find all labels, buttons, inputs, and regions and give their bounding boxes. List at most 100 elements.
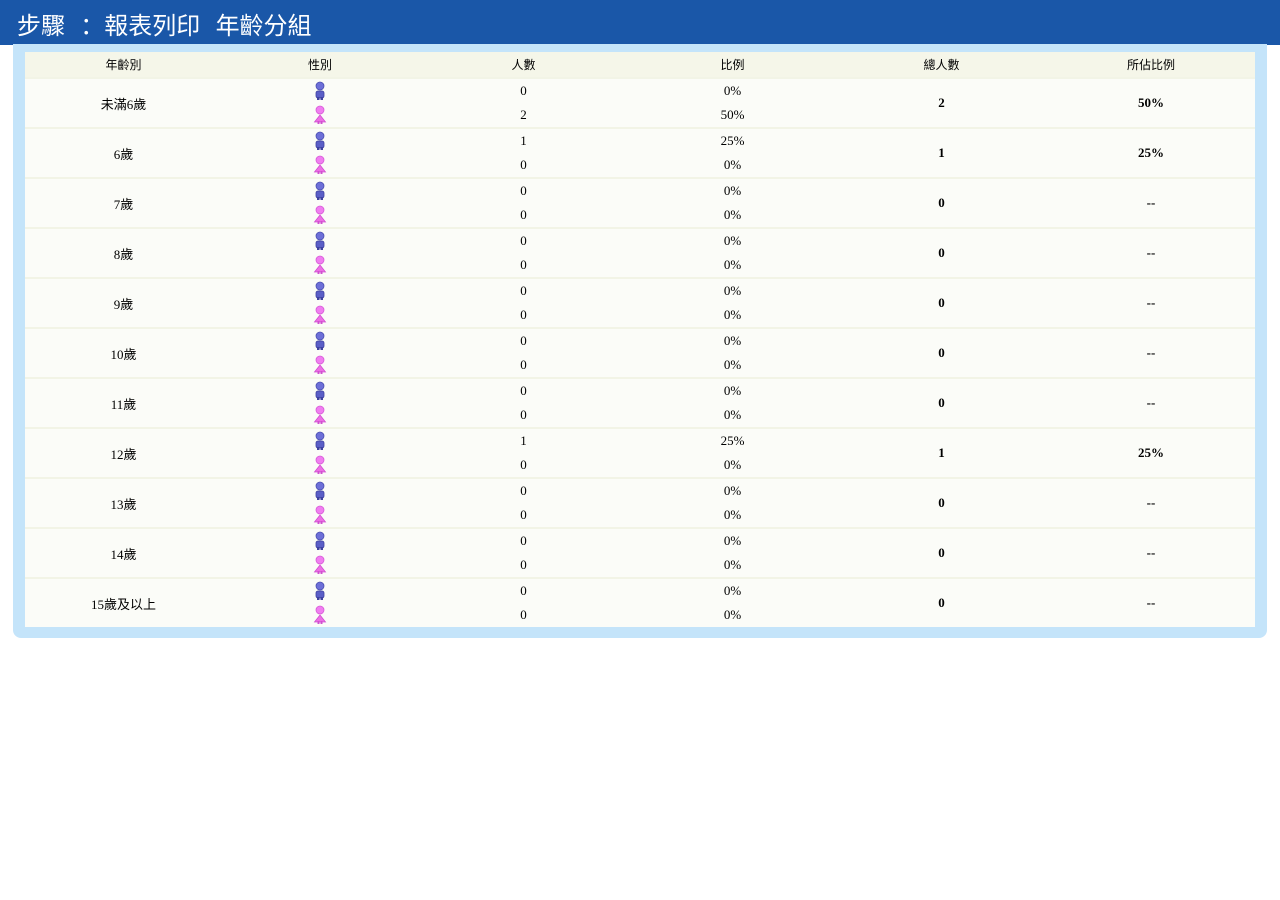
- title-report-name: 年齡分組: [215, 12, 312, 40]
- gender-cell: [222, 477, 418, 503]
- age-group-cell: 未滿6歲: [25, 77, 222, 128]
- gender-cell: [222, 427, 418, 453]
- table-row: 12歲 1 25% 1 25%: [25, 427, 1255, 478]
- total-count-cell: 0: [836, 227, 1047, 278]
- share-cell: --: [1047, 327, 1255, 378]
- male-ratio-cell: 0%: [629, 227, 836, 253]
- gender-cell: [222, 603, 418, 627]
- gender-cell: [222, 377, 418, 403]
- female-person-icon: [313, 355, 327, 375]
- female-ratio-cell: 0%: [629, 503, 836, 528]
- female-person-icon: [313, 505, 327, 525]
- table-row: 15歲及以上 0 0% 0 --: [25, 577, 1255, 627]
- total-count-cell: 2: [836, 77, 1047, 128]
- gender-cell: [222, 77, 418, 103]
- male-person-icon: [313, 231, 327, 251]
- female-count-cell: 2: [418, 103, 629, 128]
- female-person-icon: [313, 555, 327, 575]
- male-count-cell: 0: [418, 177, 629, 203]
- female-person-icon: [313, 405, 327, 425]
- female-ratio-cell: 0%: [629, 203, 836, 228]
- female-person-icon: [313, 205, 327, 225]
- age-group-cell: 10歲: [25, 327, 222, 378]
- male-count-cell: 0: [418, 577, 629, 603]
- male-count-cell: 1: [418, 127, 629, 153]
- female-count-cell: 0: [418, 403, 629, 428]
- title-section: ：報表列印: [80, 12, 201, 40]
- male-ratio-cell: 0%: [629, 527, 836, 553]
- male-person-icon: [313, 331, 327, 351]
- gender-cell: [222, 127, 418, 153]
- total-count-cell: 0: [836, 377, 1047, 428]
- female-count-cell: 0: [418, 153, 629, 178]
- male-count-cell: 0: [418, 277, 629, 303]
- female-count-cell: 0: [418, 603, 629, 627]
- column-header-gender: 性別: [222, 52, 418, 78]
- female-ratio-cell: 0%: [629, 403, 836, 428]
- male-person-icon: [313, 81, 327, 101]
- report-panel: 年齡別 性別 人數 比例 總人數 所佔比例 未滿6歲 0 0% 2 50% 2 …: [13, 44, 1267, 638]
- male-person-icon: [313, 281, 327, 301]
- table-row: 8歲 0 0% 0 --: [25, 227, 1255, 278]
- female-person-icon: [313, 305, 327, 325]
- table-row: 7歲 0 0% 0 --: [25, 177, 1255, 228]
- age-group-table: 年齡別 性別 人數 比例 總人數 所佔比例 未滿6歲 0 0% 2 50% 2 …: [25, 52, 1255, 627]
- total-count-cell: 0: [836, 577, 1047, 627]
- age-group-cell: 12歲: [25, 427, 222, 478]
- gender-cell: [222, 353, 418, 378]
- female-ratio-cell: 0%: [629, 453, 836, 478]
- total-count-cell: 1: [836, 127, 1047, 178]
- gender-cell: [222, 403, 418, 428]
- page-title-bar: 步驟 ：報表列印 年齡分組: [0, 0, 1280, 45]
- female-count-cell: 0: [418, 503, 629, 528]
- column-header-count: 人數: [418, 52, 629, 78]
- female-count-cell: 0: [418, 353, 629, 378]
- female-count-cell: 0: [418, 303, 629, 328]
- share-cell: --: [1047, 227, 1255, 278]
- total-count-cell: 1: [836, 427, 1047, 478]
- report-panel-inner: 年齡別 性別 人數 比例 總人數 所佔比例 未滿6歲 0 0% 2 50% 2 …: [25, 52, 1255, 627]
- gender-cell: [222, 527, 418, 553]
- male-count-cell: 0: [418, 77, 629, 103]
- column-header-share: 所佔比例: [1047, 52, 1255, 78]
- age-group-cell: 14歲: [25, 527, 222, 578]
- table-row: 10歲 0 0% 0 --: [25, 327, 1255, 378]
- age-group-cell: 13歲: [25, 477, 222, 528]
- male-ratio-cell: 25%: [629, 127, 836, 153]
- gender-cell: [222, 303, 418, 328]
- gender-cell: [222, 253, 418, 278]
- table-row: 9歲 0 0% 0 --: [25, 277, 1255, 328]
- male-ratio-cell: 0%: [629, 177, 836, 203]
- male-count-cell: 0: [418, 327, 629, 353]
- age-group-cell: 7歲: [25, 177, 222, 228]
- female-person-icon: [313, 155, 327, 175]
- table-body: 未滿6歲 0 0% 2 50% 2 50% 6歲 1 25% 1 25% 0 0…: [25, 77, 1255, 627]
- male-person-icon: [313, 481, 327, 501]
- age-group-cell: 6歲: [25, 127, 222, 178]
- share-cell: --: [1047, 577, 1255, 627]
- male-count-cell: 0: [418, 527, 629, 553]
- male-person-icon: [313, 181, 327, 201]
- share-cell: --: [1047, 277, 1255, 328]
- male-ratio-cell: 0%: [629, 277, 836, 303]
- male-count-cell: 0: [418, 227, 629, 253]
- gender-cell: [222, 177, 418, 203]
- female-ratio-cell: 0%: [629, 603, 836, 627]
- female-ratio-cell: 0%: [629, 353, 836, 378]
- female-count-cell: 0: [418, 553, 629, 578]
- age-group-cell: 8歲: [25, 227, 222, 278]
- title-prefix: 步驟: [17, 12, 65, 40]
- male-count-cell: 0: [418, 377, 629, 403]
- gender-cell: [222, 203, 418, 228]
- gender-cell: [222, 453, 418, 478]
- male-ratio-cell: 0%: [629, 77, 836, 103]
- gender-cell: [222, 503, 418, 528]
- table-row: 13歲 0 0% 0 --: [25, 477, 1255, 528]
- male-count-cell: 1: [418, 427, 629, 453]
- column-header-ratio: 比例: [629, 52, 836, 78]
- female-person-icon: [313, 455, 327, 475]
- male-count-cell: 0: [418, 477, 629, 503]
- gender-cell: [222, 327, 418, 353]
- table-row: 6歲 1 25% 1 25%: [25, 127, 1255, 178]
- share-cell: --: [1047, 177, 1255, 228]
